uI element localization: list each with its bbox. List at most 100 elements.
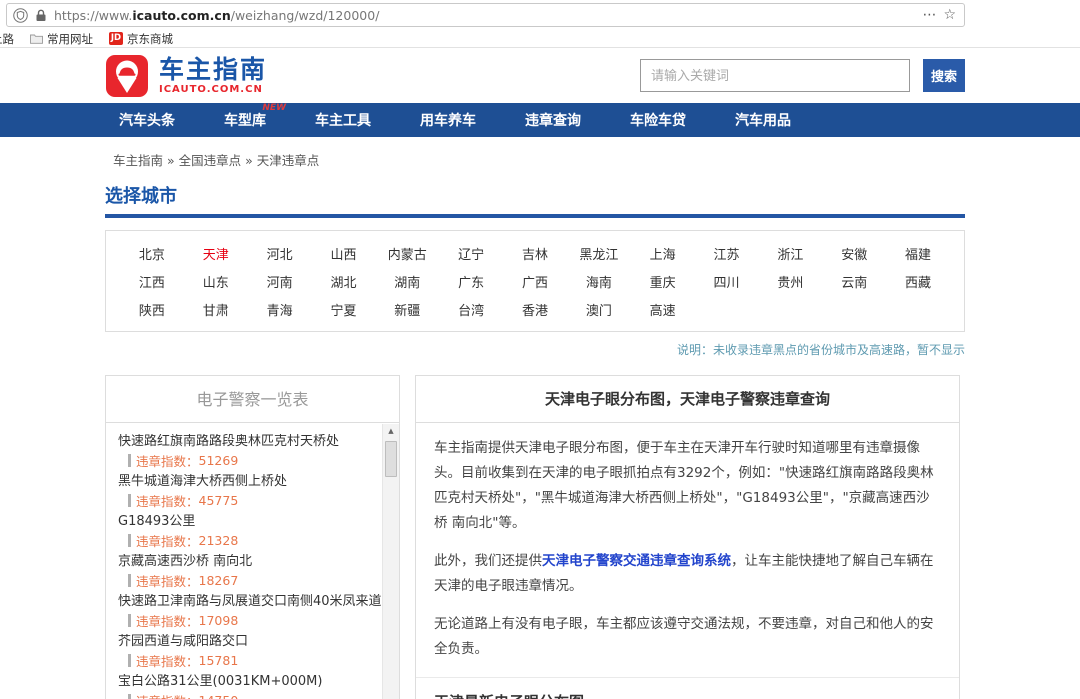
- nav-item[interactable]: 汽车头条: [119, 110, 175, 130]
- nav-item[interactable]: 车型库NEW: [224, 110, 266, 130]
- violation-index: 违章指数：51269: [128, 453, 382, 467]
- city-link[interactable]: 甘肃: [184, 300, 248, 319]
- bookmark-star-icon[interactable]: ☆: [943, 8, 956, 22]
- right-panel-title: 天津电子眼分布图，天津电子警察违章查询: [416, 376, 959, 423]
- city-link[interactable]: 西藏: [886, 272, 950, 291]
- lock-icon: [35, 9, 47, 22]
- folder-icon: [30, 33, 43, 44]
- list-item: 芥园西道与咸阳路交口 违章指数：15781: [118, 627, 382, 667]
- city-grid: 北京 天津 河北 山西 内蒙古 辽宁 吉林 黑龙江 上海 江苏 浙江: [120, 244, 950, 319]
- bookmarks-bar: 上路 常用网址 JD 京东商城: [0, 30, 1080, 47]
- logo-domain: ICAUTO.COM.CN: [159, 84, 267, 95]
- camera-location-link[interactable]: G18493公里: [118, 514, 382, 530]
- city-note: 说明：未收录违章黑点的省份城市及高速路，暂不显示: [105, 341, 965, 358]
- bookmark-item-folder[interactable]: 常用网址: [30, 31, 93, 47]
- site-logo[interactable]: 车主指南 ICAUTO.COM.CN: [105, 54, 267, 98]
- city-link[interactable]: 安徽: [822, 244, 886, 263]
- city-link[interactable]: 内蒙古: [375, 244, 439, 263]
- nav-item[interactable]: 车险车贷: [630, 110, 686, 130]
- city-link[interactable]: 台湾: [439, 300, 503, 319]
- map-section-title: 天津最新电子眼分布图: [434, 691, 941, 699]
- shield-icon[interactable]: [13, 8, 28, 23]
- nav-item[interactable]: 汽车用品: [735, 110, 791, 130]
- tianjin-info-panel: 天津电子眼分布图，天津电子警察违章查询 车主指南提供天津电子眼分布图，便于车主在…: [415, 375, 960, 699]
- city-link[interactable]: 湖北: [312, 272, 376, 291]
- city-link[interactable]: 青海: [248, 300, 312, 319]
- camera-location-link[interactable]: 快速路卫津南路与凤展道交口南侧40米凤来道天桥处: [118, 594, 382, 610]
- nav-item[interactable]: 违章查询: [525, 110, 581, 130]
- camera-location-link[interactable]: 京藏高速西沙桥 南向北: [118, 554, 382, 570]
- new-badge: NEW: [262, 103, 286, 113]
- page-content: 车主指南 » 全国违章点 » 天津违章点 选择城市 北京 天津 河北 山西 内蒙…: [105, 150, 965, 699]
- scrollbar[interactable]: ▲: [382, 424, 399, 699]
- city-link[interactable]: 辽宁: [439, 244, 503, 263]
- city-link[interactable]: 天津: [184, 244, 248, 263]
- city-link[interactable]: 云南: [822, 272, 886, 291]
- violation-index: 违章指数：21328: [128, 533, 382, 547]
- camera-location-link[interactable]: 宝白公路31公里(0031KM+000M): [118, 674, 382, 690]
- city-link[interactable]: 山东: [184, 272, 248, 291]
- logo-title: 车主指南: [159, 56, 267, 84]
- city-link[interactable]: 江苏: [695, 244, 759, 263]
- bookmark-item-jd[interactable]: JD 京东商城: [109, 31, 173, 47]
- camera-location-link[interactable]: 快速路红旗南路路段奥林匹克村天桥处: [118, 434, 382, 450]
- site-header: 车主指南 ICAUTO.COM.CN 搜索: [0, 48, 1080, 103]
- city-link[interactable]: 高速: [631, 300, 695, 319]
- main-nav: 汽车头条 车型库NEW 车主工具 用车养车 违章查询 车险车贷 汽车用品: [0, 103, 1080, 137]
- city-link[interactable]: 重庆: [631, 272, 695, 291]
- city-link[interactable]: 澳门: [567, 300, 631, 319]
- scrollbar-up-icon[interactable]: ▲: [383, 424, 399, 439]
- city-link[interactable]: 北京: [120, 244, 184, 263]
- city-link[interactable]: 贵州: [758, 272, 822, 291]
- camera-location-link[interactable]: 芥园西道与咸阳路交口: [118, 634, 382, 650]
- electronic-police-panel: 电子警察一览表 快速路红旗南路路段奥林匹克村天桥处 违章指数：51269 黑牛城…: [105, 375, 400, 699]
- city-section-title: 选择城市: [105, 182, 965, 208]
- index-bar-icon: [128, 454, 131, 467]
- city-link[interactable]: 陕西: [120, 300, 184, 319]
- page-actions-icon[interactable]: ⋯: [922, 8, 936, 22]
- city-link[interactable]: 宁夏: [312, 300, 376, 319]
- city-link[interactable]: 上海: [631, 244, 695, 263]
- index-bar-icon: [128, 654, 131, 667]
- address-bar[interactable]: https://www.icauto.com.cn/weizhang/wzd/1…: [6, 3, 965, 27]
- search-input[interactable]: [640, 59, 910, 92]
- camera-location-link[interactable]: 黑牛城道海津大桥西侧上桥处: [118, 474, 382, 490]
- url-text[interactable]: https://www.icauto.com.cn/weizhang/wzd/1…: [54, 8, 915, 23]
- city-link[interactable]: 河南: [248, 272, 312, 291]
- scrollbar-thumb[interactable]: [385, 441, 397, 477]
- list-item: 快速路红旗南路路段奥林匹克村天桥处 违章指数：51269: [118, 427, 382, 467]
- violation-index: 违章指数：15781: [128, 653, 382, 667]
- city-link[interactable]: 浙江: [758, 244, 822, 263]
- city-link[interactable]: 海南: [567, 272, 631, 291]
- city-link[interactable]: 广西: [503, 272, 567, 291]
- city-link[interactable]: 黑龙江: [567, 244, 631, 263]
- search-button[interactable]: 搜索: [923, 59, 965, 92]
- query-paragraph: 此外，我们还提供天津电子警察交通违章查询系统，让车主能快捷地了解自己车辆在天津的…: [434, 549, 941, 599]
- city-link[interactable]: 广东: [439, 272, 503, 291]
- violation-index: 违章指数：14750: [128, 693, 382, 699]
- city-link[interactable]: 山西: [312, 244, 376, 263]
- city-link[interactable]: 福建: [886, 244, 950, 263]
- list-item: 黑牛城道海津大桥西侧上桥处 违章指数：45775: [118, 467, 382, 507]
- jd-icon: JD: [109, 32, 123, 45]
- breadcrumb[interactable]: 车主指南 » 全国违章点 » 天津违章点: [105, 150, 965, 169]
- city-link[interactable]: 湖南: [375, 272, 439, 291]
- city-link[interactable]: 河北: [248, 244, 312, 263]
- bookmark-item[interactable]: 上路: [0, 31, 14, 47]
- url-row: https://www.icauto.com.cn/weizhang/wzd/1…: [0, 0, 1080, 30]
- nav-item[interactable]: 用车养车: [420, 110, 476, 130]
- left-panel-title: 电子警察一览表: [106, 376, 399, 423]
- violation-query-link[interactable]: 天津电子警察交通违章查询系统: [542, 553, 731, 569]
- violation-index: 违章指数：45775: [128, 493, 382, 507]
- nav-item[interactable]: 车主工具: [315, 110, 371, 130]
- city-link[interactable]: 四川: [695, 272, 759, 291]
- section-underline: [105, 214, 965, 218]
- city-link[interactable]: 吉林: [503, 244, 567, 263]
- city-link[interactable]: 新疆: [375, 300, 439, 319]
- list-item: 京藏高速西沙桥 南向北 违章指数：18267: [118, 547, 382, 587]
- city-link[interactable]: 香港: [503, 300, 567, 319]
- right-panel-body: 车主指南提供天津电子眼分布图，便于车主在天津开车行驶时知道哪里有违章摄像头。目前…: [416, 436, 959, 699]
- index-bar-icon: [128, 534, 131, 547]
- city-link[interactable]: 江西: [120, 272, 184, 291]
- violation-index: 违章指数：17098: [128, 613, 382, 627]
